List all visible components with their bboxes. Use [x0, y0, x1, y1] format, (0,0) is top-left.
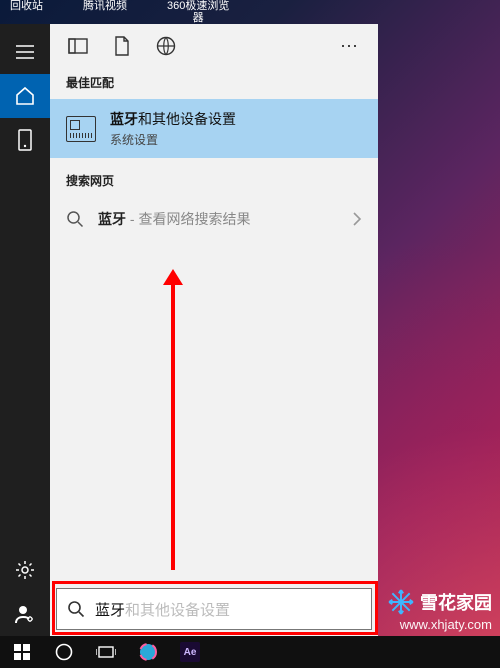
search-icon — [67, 600, 85, 618]
search-icon — [66, 210, 84, 228]
watermark-brand: 雪花家园 — [420, 589, 492, 615]
desktop-icon-recycle[interactable]: 回收站 — [10, 0, 43, 24]
desktop-icon-tencent-video[interactable]: 腾讯视频 — [83, 0, 127, 24]
hamburger-icon[interactable] — [0, 30, 50, 74]
search-box[interactable]: 蓝牙和其他设备设置 — [56, 588, 372, 630]
documents-filter-icon[interactable] — [102, 26, 142, 66]
web-filter-icon[interactable] — [146, 26, 186, 66]
search-ghost-text: 和其他设备设置 — [125, 602, 230, 619]
taskbar-app-ae[interactable]: Ae — [170, 636, 210, 668]
home-icon[interactable] — [0, 74, 50, 118]
web-result-text: 蓝牙 - 查看网络搜索结果 — [98, 209, 338, 229]
taskbar: Ae — [0, 636, 500, 668]
search-input[interactable]: 蓝牙和其他设备设置 — [95, 599, 361, 620]
watermark: 雪花家园 www.xhjaty.com — [388, 589, 492, 632]
task-view-button[interactable] — [86, 636, 126, 668]
best-match-result[interactable]: 蓝牙和其他设备设置 系统设置 — [50, 99, 378, 158]
more-icon[interactable]: ⋯ — [330, 26, 370, 66]
snowflake-icon — [388, 589, 414, 615]
search-typed-text: 蓝牙 — [95, 602, 125, 619]
desktop-icon-row: 回收站 腾讯视频 360极速浏览 器 — [0, 0, 500, 24]
desktop-icon-360-browser[interactable]: 360极速浏览 器 — [167, 0, 229, 24]
search-sidebar — [0, 24, 50, 636]
cortana-button[interactable] — [44, 636, 84, 668]
best-match-rest: 和其他设备设置 — [138, 111, 236, 127]
filter-toolbar: ⋯ — [50, 24, 378, 68]
web-search-result[interactable]: 蓝牙 - 查看网络搜索结果 — [50, 197, 378, 241]
best-match-subtitle: 系统设置 — [110, 129, 236, 148]
web-result-suffix: - 查看网络搜索结果 — [126, 211, 250, 227]
annotation-arrow — [171, 283, 175, 570]
apps-filter-icon[interactable] — [58, 26, 98, 66]
panel-spacer — [50, 241, 378, 588]
search-web-label: 搜索网页 — [50, 158, 378, 197]
watermark-url: www.xhjaty.com — [400, 617, 492, 632]
account-icon[interactable] — [0, 592, 50, 636]
taskbar-app-1[interactable] — [128, 636, 168, 668]
start-button[interactable] — [2, 636, 42, 668]
settings-result-icon — [66, 116, 96, 142]
device-icon[interactable] — [0, 118, 50, 162]
best-match-label: 最佳匹配 — [50, 68, 378, 99]
ae-icon: Ae — [180, 642, 200, 662]
best-match-bold: 蓝牙 — [110, 111, 138, 127]
chevron-right-icon — [352, 212, 362, 226]
search-panel: ⋯ 最佳匹配 蓝牙和其他设备设置 系统设置 搜索网页 蓝牙 - 查看网络搜索结果… — [50, 24, 378, 636]
best-match-text: 蓝牙和其他设备设置 系统设置 — [110, 109, 236, 148]
web-result-bold: 蓝牙 — [98, 211, 126, 227]
gear-icon[interactable] — [0, 548, 50, 592]
